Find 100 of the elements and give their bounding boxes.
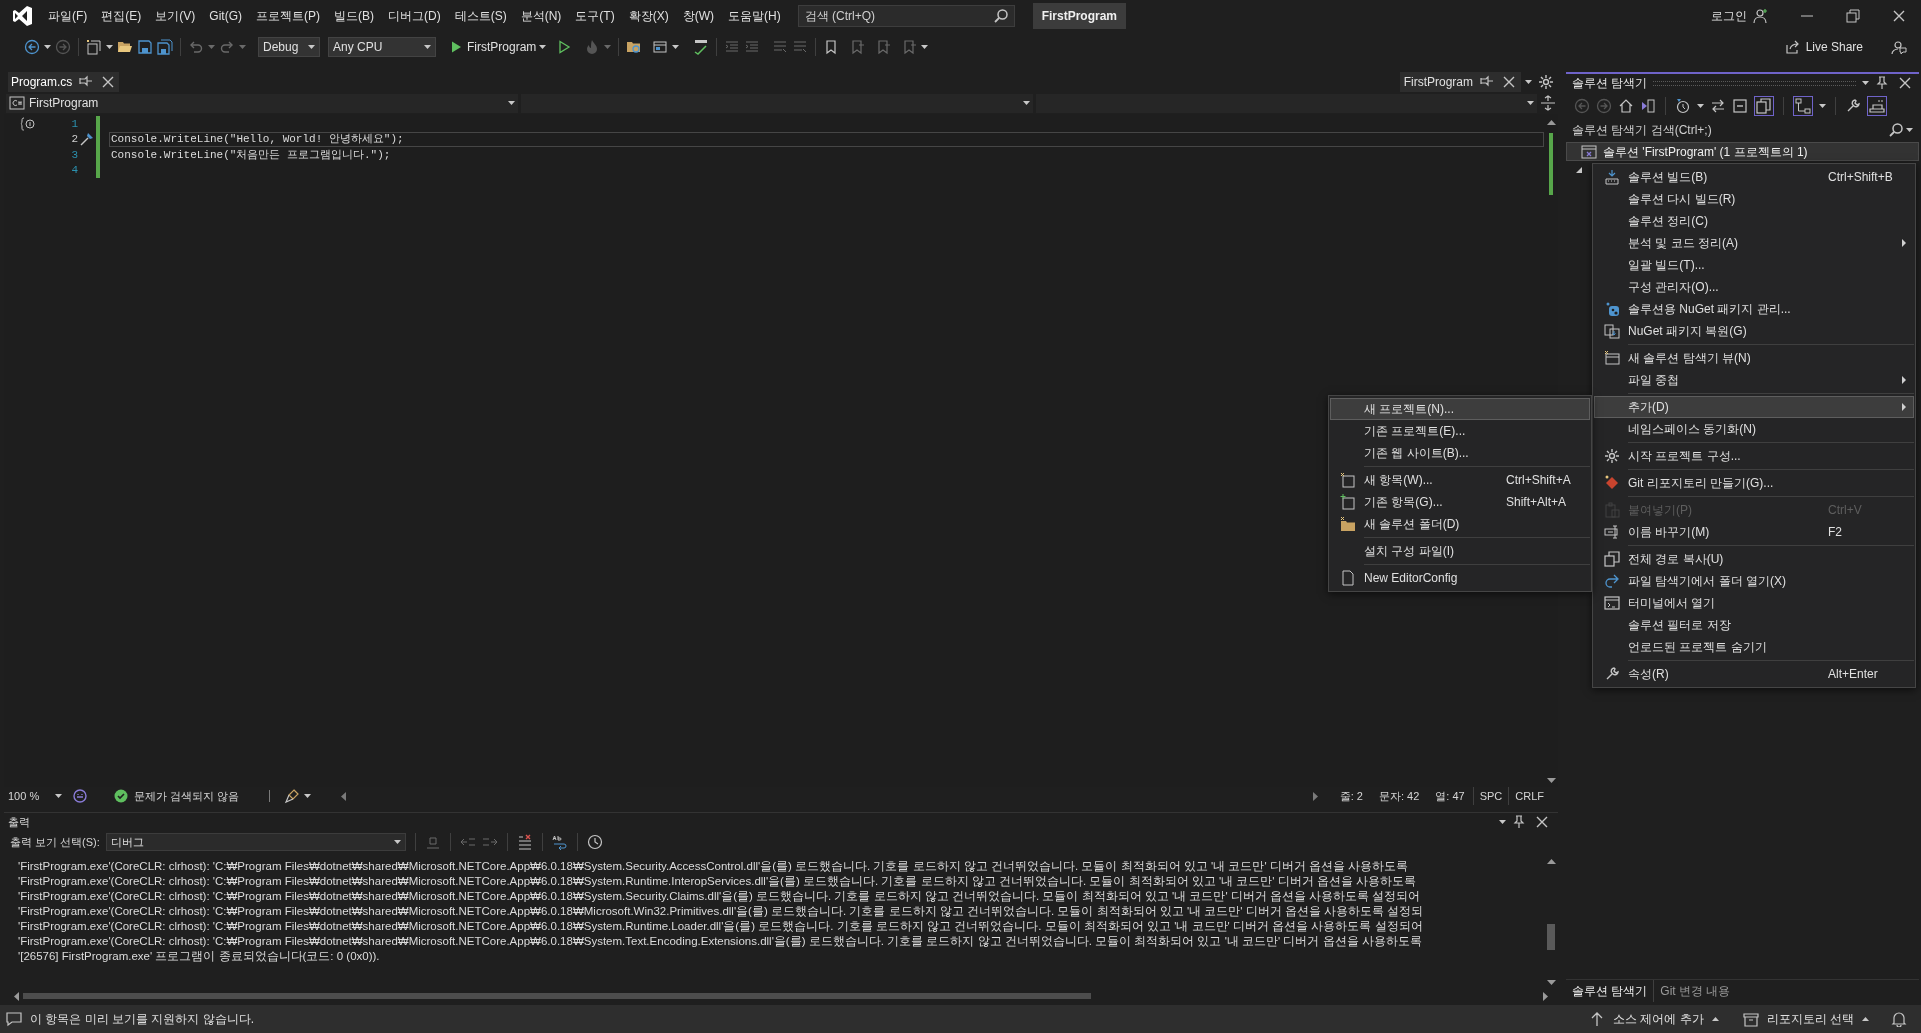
history-icon[interactable] bbox=[1675, 98, 1691, 114]
code-scope-icon[interactable] bbox=[20, 115, 36, 132]
menu-item[interactable]: 솔루션 다시 빌드(R) bbox=[1594, 188, 1914, 210]
source-control-button[interactable]: 소스 제어에 추가 bbox=[1589, 1010, 1719, 1028]
menu-item[interactable]: 솔루션 빌드(B) Ctrl+Shift+B bbox=[1594, 166, 1914, 188]
menu-item[interactable]: 확장(X) bbox=[621, 3, 676, 28]
scroll-right-icon[interactable] bbox=[1543, 991, 1548, 1001]
save-icon[interactable] bbox=[137, 38, 153, 55]
menu-item[interactable]: 분석 및 코드 정리(A) bbox=[1594, 232, 1914, 254]
menu-item[interactable]: 도구(T) bbox=[568, 3, 622, 28]
caret-icon[interactable] bbox=[44, 44, 51, 49]
menu-item[interactable]: 시작 프로젝트 구성... bbox=[1594, 445, 1914, 467]
search-icon[interactable] bbox=[992, 7, 1009, 24]
menu-item[interactable]: 기존 항목(G)... Shift+Alt+A bbox=[1330, 491, 1590, 513]
caret-icon[interactable] bbox=[921, 44, 929, 49]
menu-item[interactable]: 분석(N) bbox=[513, 3, 569, 28]
close-icon[interactable] bbox=[1534, 814, 1550, 830]
menu-item[interactable]: 프로젝트(P) bbox=[249, 3, 327, 28]
scroll-left-icon[interactable] bbox=[341, 791, 347, 801]
menu-item[interactable]: 설치 구성 파일(I) bbox=[1330, 540, 1590, 562]
menu-item[interactable]: 보기(V) bbox=[148, 3, 203, 28]
live-share-button[interactable]: Live Share bbox=[1784, 37, 1863, 56]
collapse-icon[interactable] bbox=[1732, 98, 1748, 114]
scroll-left-icon[interactable] bbox=[14, 991, 19, 1001]
menu-item[interactable]: 추가(D) bbox=[1594, 396, 1914, 418]
window-icon[interactable] bbox=[652, 38, 669, 55]
project-dropdown[interactable]: FirstProgram bbox=[6, 93, 518, 113]
close-icon[interactable] bbox=[1897, 75, 1913, 91]
document-tab[interactable]: Program.cs bbox=[8, 72, 120, 92]
menu-item[interactable]: NuGet 패키지 복원(G) bbox=[1594, 320, 1914, 342]
sync-icon[interactable] bbox=[1710, 98, 1726, 114]
split-icon[interactable] bbox=[1540, 95, 1556, 111]
start-button[interactable]: FirstProgram bbox=[448, 37, 547, 56]
search-field[interactable]: 검색 (Ctrl+Q) bbox=[797, 4, 1015, 27]
clock-icon[interactable] bbox=[586, 834, 603, 850]
back-icon[interactable] bbox=[24, 38, 40, 55]
caret-icon[interactable] bbox=[672, 44, 680, 49]
menu-item[interactable]: 창(W) bbox=[675, 3, 721, 28]
configuration-dropdown[interactable]: Debug bbox=[258, 36, 320, 57]
line-ending-indicator[interactable]: CRLF bbox=[1508, 787, 1550, 805]
sign-in-button[interactable]: 로그인 bbox=[1711, 6, 1747, 25]
search-icon[interactable] bbox=[1888, 122, 1904, 138]
spell-check-icon[interactable] bbox=[693, 38, 710, 55]
expander-icon[interactable] bbox=[1576, 167, 1582, 173]
caret-icon[interactable] bbox=[1906, 128, 1913, 132]
repository-button[interactable]: 리포지토리 선택 bbox=[1742, 1010, 1869, 1028]
quick-action-icon[interactable] bbox=[79, 131, 95, 148]
menu-item[interactable]: 솔루션 정리(C) bbox=[1594, 210, 1914, 232]
comment-icon[interactable] bbox=[6, 1011, 22, 1027]
output-source-dropdown[interactable]: 디버그 bbox=[105, 833, 406, 851]
tree-view-toggle[interactable] bbox=[1793, 96, 1813, 116]
scroll-thumb[interactable] bbox=[1547, 924, 1555, 950]
settings-icon[interactable] bbox=[1538, 74, 1554, 90]
bell-icon[interactable] bbox=[1891, 1011, 1907, 1027]
menu-item[interactable]: 디버그(D) bbox=[381, 3, 448, 28]
menu-item[interactable]: 새 솔루션 폴더(D) bbox=[1330, 513, 1590, 535]
menu-item[interactable]: 테스트(S) bbox=[447, 3, 514, 28]
clear-all-icon[interactable] bbox=[516, 834, 533, 850]
caret-icon[interactable] bbox=[1711, 1017, 1719, 1021]
menu-item[interactable]: 네임스페이스 동기화(N) bbox=[1594, 418, 1914, 440]
person-icon[interactable] bbox=[1753, 7, 1769, 24]
caret-icon[interactable] bbox=[1525, 80, 1532, 84]
menu-item[interactable]: Git 리포지토리 만들기(G)... bbox=[1594, 472, 1914, 494]
menu-item[interactable]: 솔루션용 NuGet 패키지 관리... bbox=[1594, 298, 1914, 320]
view-switch-icon[interactable] bbox=[1640, 98, 1656, 114]
menu-item[interactable]: 새 항목(W)... Ctrl+Shift+A bbox=[1330, 469, 1590, 491]
caret-icon[interactable] bbox=[1499, 820, 1506, 824]
menu-item[interactable]: 속성(R) Alt+Enter bbox=[1594, 663, 1914, 685]
caret-icon[interactable] bbox=[1862, 81, 1869, 85]
menu-item[interactable]: 언로드된 프로젝트 숨기기 bbox=[1594, 636, 1914, 658]
menu-item[interactable]: 파일(F) bbox=[41, 3, 95, 28]
caret-icon[interactable] bbox=[304, 794, 312, 798]
menu-item[interactable]: 터미널에서 열기 bbox=[1594, 592, 1914, 614]
menu-item[interactable]: 새 솔루션 탐색기 뷰(N) bbox=[1594, 347, 1914, 369]
word-wrap-icon[interactable] bbox=[551, 834, 568, 850]
menu-item[interactable]: 구성 관리자(O)... bbox=[1594, 276, 1914, 298]
brush-icon[interactable] bbox=[284, 788, 301, 804]
caret-icon[interactable] bbox=[1862, 1017, 1869, 1021]
menu-item[interactable]: 전체 경로 복사(U) bbox=[1594, 548, 1914, 570]
scroll-up-icon[interactable] bbox=[1546, 120, 1556, 125]
wrench-icon[interactable] bbox=[1845, 98, 1861, 114]
menu-item[interactable]: 기존 프로젝트(E)... bbox=[1330, 420, 1590, 442]
menu-item[interactable]: 새 프로젝트(N)... bbox=[1330, 398, 1590, 420]
ai-icon[interactable] bbox=[72, 788, 88, 804]
menu-item[interactable]: 편집(E) bbox=[94, 3, 149, 28]
zoom-dropdown[interactable]: 100 % bbox=[8, 788, 64, 804]
caret-icon[interactable] bbox=[1697, 104, 1704, 108]
menu-item[interactable]: New EditorConfig bbox=[1330, 567, 1590, 589]
caret-icon[interactable] bbox=[106, 44, 113, 49]
scroll-down-icon[interactable] bbox=[1546, 778, 1556, 783]
preview-toggle[interactable] bbox=[1867, 96, 1887, 116]
whitespace-indicator[interactable]: SPC bbox=[1472, 787, 1509, 805]
menu-item[interactable]: Git(G) bbox=[202, 3, 249, 28]
home-icon[interactable] bbox=[1618, 98, 1634, 114]
platform-dropdown[interactable]: Any CPU bbox=[328, 36, 436, 57]
scroll-down-icon[interactable] bbox=[1546, 980, 1556, 985]
tree-item[interactable]: 솔루션 'FirstProgram' (1 프로젝트의 1) bbox=[1566, 142, 1919, 161]
menu-item[interactable]: 이름 바꾸기(M) F2 bbox=[1594, 521, 1914, 543]
menu-item[interactable]: 빌드(B) bbox=[327, 3, 381, 28]
new-project-icon[interactable] bbox=[86, 38, 102, 55]
